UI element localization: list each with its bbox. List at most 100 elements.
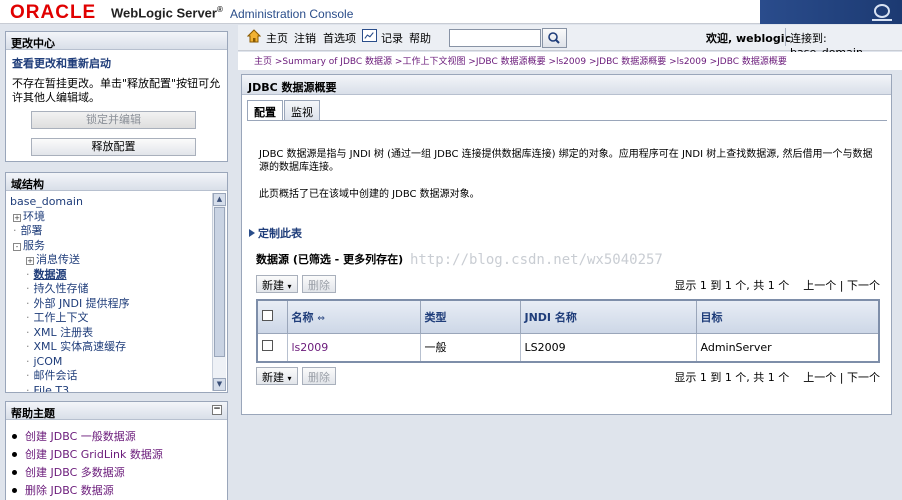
lock-edit-button[interactable]: 锁定并编辑 — [31, 111, 196, 129]
release-config-button[interactable]: 释放配置 — [31, 138, 196, 156]
tree-item[interactable]: · 数据源 — [10, 268, 207, 283]
pager-bottom: 显示 1 到 1 个, 共 1 个 上一个 | 下一个 — [674, 371, 880, 384]
tree-item[interactable]: + 环境 — [10, 210, 207, 225]
tree-scrollbar[interactable]: ▲ ▼ — [212, 193, 226, 391]
tree-connector-icon: · — [26, 325, 30, 339]
delete-button-bottom[interactable]: 删除 — [302, 367, 336, 385]
header-brand-block — [760, 0, 902, 24]
search-input[interactable] — [449, 29, 541, 47]
pager-next-bottom[interactable]: 下一个 — [847, 371, 880, 384]
expand-triangle-icon — [249, 229, 255, 237]
expand-icon[interactable]: + — [13, 213, 21, 222]
sort-icon[interactable]: ⇔ — [317, 314, 325, 324]
column-name-label: 名称 — [291, 310, 314, 324]
search-button[interactable] — [542, 28, 567, 48]
help-topic-item[interactable]: 删除 JDBC 数据源 — [12, 482, 221, 500]
datasource-name-link[interactable]: ls2009 — [292, 341, 329, 354]
tab-monitoring[interactable]: 监视 — [284, 100, 320, 120]
tree-item-label: 服务 — [23, 238, 45, 252]
table-controls-top: 新建 ▾ 删除 显示 1 到 1 个, 共 1 个 上一个 | 下一个 — [256, 275, 880, 293]
view-changes-link[interactable]: 查看更改和重新启动 — [6, 50, 227, 73]
tree-item-label: XML 实体高速缓存 — [33, 340, 127, 353]
new-button-bottom[interactable]: 新建 ▾ — [256, 367, 298, 385]
tree-item-label: 消息传送 — [36, 253, 80, 266]
tree-connector-icon: · — [26, 354, 30, 368]
oracle-o-underline — [872, 19, 892, 21]
scroll-down-icon[interactable]: ▼ — [213, 378, 226, 391]
row-select-cell — [256, 332, 288, 363]
logout-link[interactable]: 注销 — [294, 30, 316, 46]
main-panel: JDBC 数据源概要 配置 监视 JDBC 数据源是指与 JNDI 树 (通过一… — [241, 74, 892, 415]
tree-item-label: 环境 — [23, 209, 45, 223]
customize-table-link[interactable]: 定制此表 — [249, 225, 302, 241]
tree-connector-icon: · — [26, 340, 30, 353]
help-topic-label: 创建 JDBC 多数据源 — [25, 466, 125, 479]
bullet-icon — [12, 470, 17, 475]
help-topic-item[interactable]: 创建 JDBC GridLink 数据源 — [12, 446, 221, 464]
home-icon[interactable] — [247, 29, 261, 43]
pager: 显示 1 到 1 个, 共 1 个 上一个 | 下一个 — [674, 279, 880, 292]
tree-item[interactable]: · jCOM — [10, 355, 207, 370]
tree-item[interactable]: - 服务 — [10, 239, 207, 254]
chevron-down-icon: ▾ — [287, 374, 292, 383]
column-header-type[interactable]: 类型 — [419, 299, 521, 334]
help-link[interactable]: 帮助 — [409, 30, 431, 46]
tree-root[interactable]: base_domain — [10, 195, 207, 210]
tree-item-label: 邮件会话 — [33, 369, 78, 382]
row-checkbox[interactable] — [262, 340, 273, 352]
bullet-icon — [12, 434, 17, 439]
column-header-name[interactable]: 名称 ⇔ — [286, 299, 421, 334]
help-topic-label: 创建 JDBC 一般数据源 — [25, 430, 136, 443]
new-button-bottom-label: 新建 — [262, 371, 284, 384]
change-center-message: 不存在暂挂更改。单击"释放配置"按钮可允许其他人编辑域。 — [12, 77, 221, 104]
help-topics-title-text: 帮助主题 — [11, 407, 55, 420]
tree-item[interactable]: · 持久性存储 — [10, 282, 207, 297]
help-topic-label: 创建 JDBC GridLink 数据源 — [25, 448, 163, 461]
tree-item[interactable]: · 邮件会话 — [10, 369, 207, 384]
toolbar-separator — [785, 28, 786, 46]
scroll-up-icon[interactable]: ▲ — [213, 193, 226, 206]
bullet-icon — [12, 488, 17, 493]
home-link[interactable]: 主页 — [266, 30, 288, 46]
change-center-title: 更改中心 — [6, 32, 227, 50]
tree-item[interactable]: + 消息传送 — [10, 253, 207, 268]
tree-item-label: File T3 — [33, 383, 70, 393]
pager-prev[interactable]: 上一个 — [803, 279, 836, 292]
pager-prev-bottom[interactable]: 上一个 — [803, 371, 836, 384]
tree-item[interactable]: · 部署 — [10, 224, 207, 239]
delete-button[interactable]: 删除 — [302, 275, 336, 293]
scroll-thumb[interactable] — [214, 207, 225, 357]
tree-item[interactable]: · XML 注册表 — [10, 326, 207, 341]
tab-configuration[interactable]: 配置 — [247, 100, 283, 121]
tree-item[interactable]: · XML 实体高速缓存 — [10, 340, 207, 355]
collapse-icon[interactable]: - — [13, 242, 21, 251]
table-title: 数据源 (已筛选 - 更多列存在) — [256, 253, 404, 266]
collapse-icon[interactable]: − — [212, 405, 222, 415]
help-topics-panel: 帮助主题 − 创建 JDBC 一般数据源创建 JDBC GridLink 数据源… — [5, 401, 228, 500]
record-link[interactable]: 记录 — [381, 30, 403, 46]
expand-icon[interactable]: + — [26, 257, 34, 265]
domain-structure-panel: 域结构 base_domain + 环境 · 部署 - 服务 + 消息传送 · 数据源 · 持久性存储… — [5, 172, 228, 393]
search-icon — [548, 32, 560, 44]
tree-item[interactable]: · 外部 JNDI 提供程序 — [10, 297, 207, 312]
help-topic-item[interactable]: 创建 JDBC 一般数据源 — [12, 428, 221, 446]
breadcrumb[interactable]: 主页 >Summary of JDBC 数据源 >工作上下文视图 >JDBC 数… — [238, 52, 902, 70]
cell-name[interactable]: ls2009 — [286, 332, 421, 363]
tree-item[interactable]: · File T3 — [10, 384, 207, 393]
record-icon[interactable] — [362, 29, 377, 42]
help-topic-item[interactable]: 创建 JDBC 多数据源 — [12, 464, 221, 482]
new-button-label: 新建 — [262, 279, 284, 292]
pager-next[interactable]: 下一个 — [847, 279, 880, 292]
column-header-jndi[interactable]: JNDI 名称 — [519, 299, 697, 334]
oracle-o-icon — [874, 4, 890, 18]
preferences-link[interactable]: 首选项 — [323, 30, 356, 46]
customize-table-label: 定制此表 — [258, 227, 302, 240]
new-button[interactable]: 新建 ▾ — [256, 275, 298, 293]
welcome-text: 欢迎, weblogic — [706, 32, 791, 45]
app-header: ORACLE WebLogic Server® Administration C… — [0, 0, 902, 24]
tree-item[interactable]: · 工作上下文 — [10, 311, 207, 326]
select-all-checkbox[interactable] — [262, 309, 273, 321]
page-title: JDBC 数据源概要 — [242, 75, 891, 95]
column-header-target[interactable]: 目标 — [695, 299, 880, 334]
tree-item-label: jCOM — [33, 354, 63, 368]
